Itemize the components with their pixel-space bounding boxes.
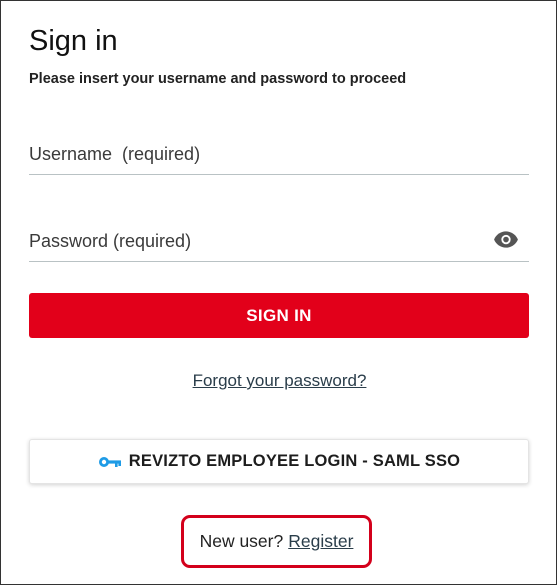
password-input[interactable] [29, 226, 489, 256]
password-field-container [29, 218, 529, 262]
new-user-prompt: New user? [199, 531, 284, 551]
username-field-container [29, 131, 529, 175]
eye-icon[interactable] [493, 229, 519, 249]
key-icon [98, 456, 121, 467]
login-panel: Sign in Please insert your username and … [0, 0, 557, 585]
forgot-password-link[interactable]: Forgot your password? [1, 371, 557, 391]
sso-login-label: REVIZTO EMPLOYEE LOGIN - SAML SSO [128, 452, 461, 470]
register-highlight: New user? Register [181, 515, 372, 568]
page-title: Sign in [29, 25, 118, 57]
sign-in-button[interactable]: SIGN IN [29, 293, 529, 338]
register-link[interactable]: Register [288, 531, 353, 552]
page-subtitle: Please insert your username and password… [29, 71, 407, 87]
username-input[interactable] [29, 139, 489, 169]
sso-login-button[interactable]: REVIZTO EMPLOYEE LOGIN - SAML SSO [29, 439, 529, 484]
